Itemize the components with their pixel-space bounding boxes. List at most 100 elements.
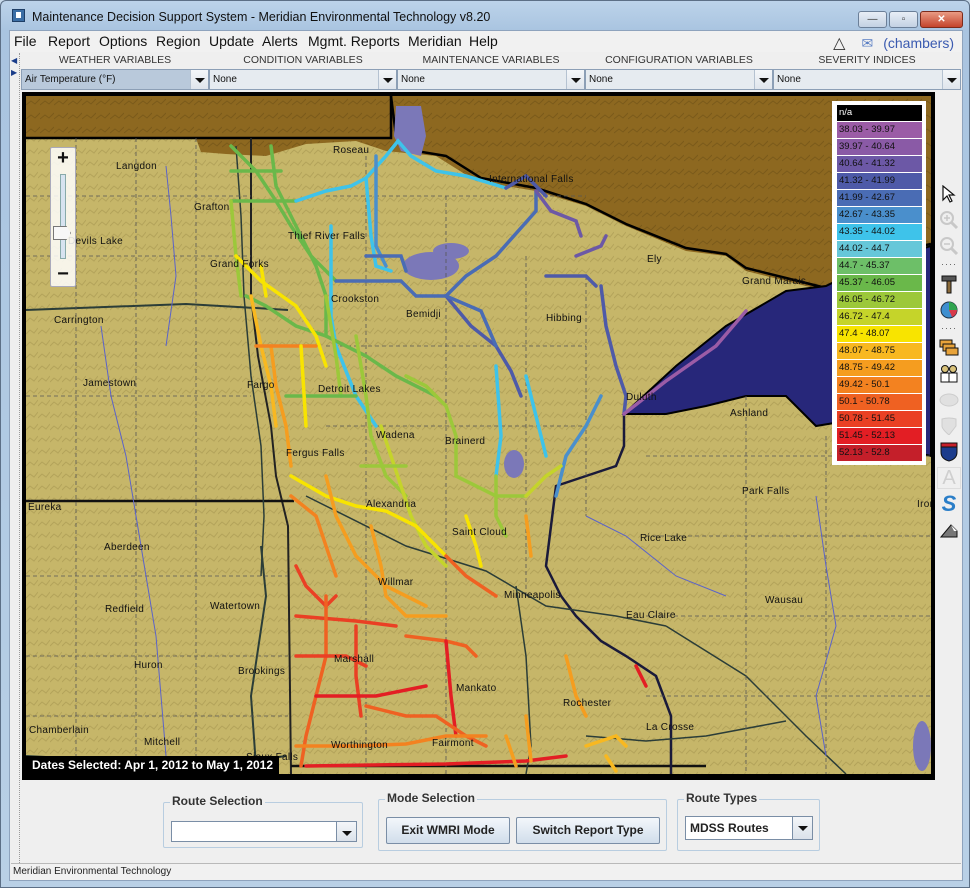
city-label: Fairmont: [432, 738, 474, 749]
maximize-button[interactable]: ▫: [889, 11, 918, 28]
globe-icon[interactable]: [937, 299, 961, 321]
window-title: Maintenance Decision Support System - Me…: [32, 10, 491, 24]
city-label: Worthington: [331, 740, 389, 751]
city-label: Watertown: [210, 601, 261, 612]
menu-alerts[interactable]: Alerts: [262, 33, 298, 49]
menu-report[interactable]: Report: [48, 33, 90, 49]
zoom-out-icon[interactable]: [937, 235, 961, 257]
city-label: Mitchell: [144, 737, 181, 748]
severity-indices-select[interactable]: None: [773, 69, 961, 90]
menu-file[interactable]: File: [14, 33, 37, 49]
legend-row: 45.37 - 46.05: [837, 275, 922, 291]
city-label: Brookings: [238, 666, 286, 677]
legend-row: 41.99 - 42.67: [837, 190, 922, 206]
city-label: Ely: [647, 254, 662, 265]
user-label[interactable]: (chambers): [883, 35, 954, 51]
chevron-down-icon[interactable]: [566, 70, 584, 89]
route-selection-label: Route Selection: [170, 794, 265, 808]
menu-update[interactable]: Update: [209, 33, 254, 49]
menu-help[interactable]: Help: [469, 33, 498, 49]
city-label: La Crosse: [646, 722, 695, 733]
minimize-button[interactable]: —: [858, 11, 887, 28]
legend-row: 44.7 - 45.37: [837, 258, 922, 274]
zoom-slider-track[interactable]: [60, 174, 66, 259]
chevron-down-icon[interactable]: [336, 822, 356, 841]
title-bar[interactable]: Maintenance Decision Support System - Me…: [1, 1, 969, 31]
route-selection-group: Route Selection: [163, 794, 363, 848]
city-label: Rochester: [563, 698, 612, 709]
warning-icon[interactable]: △: [833, 33, 845, 53]
city-label: Thief River Falls: [288, 231, 366, 242]
menu-region[interactable]: Region: [156, 33, 200, 49]
city-label: Eau Claire: [626, 610, 676, 621]
city-label: Minneapolis: [504, 590, 561, 601]
legend-row: 51.45 - 52.13: [837, 428, 922, 444]
side-collapse-strip[interactable]: ◀ ▶: [10, 53, 20, 863]
city-label: Ashland: [730, 408, 769, 419]
legend-row: 47.4 - 48.07: [837, 326, 922, 342]
city-label: Brainerd: [445, 436, 486, 447]
route-types-combo[interactable]: MDSS Routes: [685, 816, 813, 840]
zoom-in-button[interactable]: +: [51, 148, 75, 168]
legend-row-na: n/a: [837, 105, 922, 121]
severity-indices: SEVERITY INDICES None: [773, 53, 961, 91]
chevron-down-icon[interactable]: [754, 70, 772, 89]
city-label: Bemidji: [406, 309, 441, 320]
maintenance-variables-label: MAINTENANCE VARIABLES: [422, 54, 560, 66]
menu-options[interactable]: Options: [99, 33, 147, 49]
legend-row: 46.05 - 46.72: [837, 292, 922, 308]
severity-indices-label: SEVERITY INDICES: [818, 54, 916, 66]
text-icon[interactable]: A: [937, 467, 961, 489]
exit-wmri-mode-button[interactable]: Exit WMRI Mode: [386, 817, 510, 844]
menu-mgmt-reports[interactable]: Mgmt. Reports: [308, 33, 400, 49]
zoom-in-icon[interactable]: [937, 209, 961, 231]
legend-row: 50.1 - 50.78: [837, 394, 922, 410]
legend-row: 38.03 - 39.97: [837, 122, 922, 138]
legend-row: 43.35 - 44.02: [837, 224, 922, 240]
configuration-variables: CONFIGURATION VARIABLES None: [585, 53, 773, 91]
weather-variables-select[interactable]: Air Temperature (°F): [21, 69, 209, 90]
layers-icon[interactable]: [937, 337, 961, 359]
oval-icon[interactable]: [937, 389, 961, 411]
city-label: Duluth: [626, 392, 657, 403]
condition-variables-label: CONDITION VARIABLES: [243, 54, 363, 66]
hammer-icon[interactable]: [937, 273, 961, 295]
city-label: Mankato: [456, 683, 497, 694]
city-label: Park Falls: [742, 486, 790, 497]
variable-bar: WEATHER VARIABLES Air Temperature (°F) C…: [10, 53, 962, 91]
city-label: Grand Forks: [210, 259, 269, 270]
route-icon[interactable]: S: [937, 491, 961, 516]
route-selection-combo[interactable]: [171, 821, 357, 842]
legend-row: 46.72 - 47.4: [837, 309, 922, 325]
chevron-down-icon[interactable]: [190, 70, 208, 89]
city-label: International Falls: [489, 174, 574, 185]
pointer-icon[interactable]: [937, 183, 961, 205]
route-types-group: Route Types MDSS Routes: [677, 791, 820, 851]
chevron-down-icon[interactable]: [378, 70, 396, 89]
close-button[interactable]: ✕: [920, 11, 963, 28]
canada-west: [26, 96, 391, 138]
chevron-down-icon[interactable]: [792, 817, 812, 839]
people-icon[interactable]: [937, 363, 961, 385]
legend-row: 40.64 - 41.32: [837, 156, 922, 172]
map-zoom-control: + −: [50, 147, 76, 287]
condition-variables-select[interactable]: None: [209, 69, 397, 90]
configuration-variables-select[interactable]: None: [585, 69, 773, 90]
city-label: Alexandria: [366, 499, 417, 510]
mode-selection-label: Mode Selection: [385, 791, 478, 805]
map-base: [26, 96, 931, 774]
map-canvas[interactable]: Langdon Grafton Devils Lake Grand Forks …: [26, 96, 931, 774]
city-label: Huron: [134, 660, 163, 671]
menu-meridian[interactable]: Meridian: [408, 33, 462, 49]
city-label: Redfield: [105, 604, 145, 615]
switch-report-type-button[interactable]: Switch Report Type: [516, 817, 660, 844]
terrain-icon[interactable]: [937, 519, 961, 541]
zoom-out-button[interactable]: −: [51, 264, 75, 284]
client-area: File Report Options Region Update Alerts…: [9, 30, 963, 881]
zoom-slider-handle[interactable]: [53, 226, 71, 240]
maintenance-variables-select[interactable]: None: [397, 69, 585, 90]
shield-icon[interactable]: [937, 415, 961, 437]
interstate-icon[interactable]: [937, 441, 961, 463]
mail-icon[interactable]: ✉: [861, 35, 873, 52]
chevron-down-icon[interactable]: [942, 70, 960, 89]
